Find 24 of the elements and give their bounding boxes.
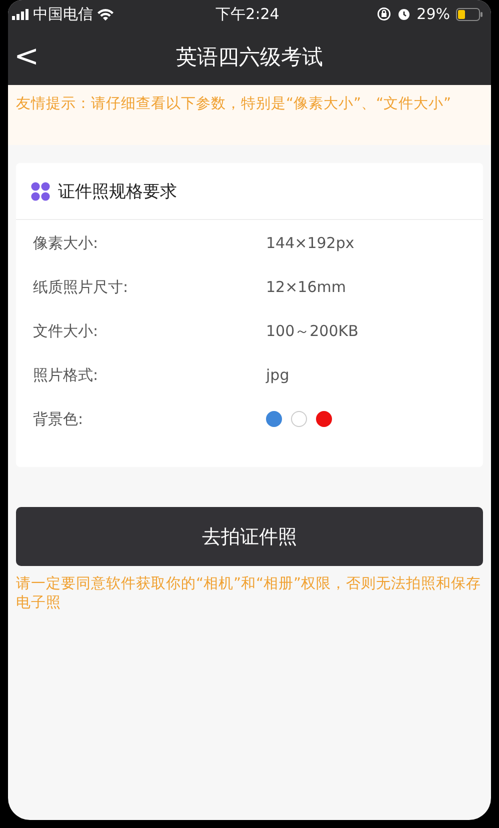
spec-label: 像素大小: <box>33 234 100 252</box>
alarm-icon <box>396 7 411 21</box>
spec-label: 背景色: <box>33 410 84 428</box>
page-title: 英语四六级考试 <box>175 44 324 70</box>
status-time: 下午2:24 <box>214 4 280 24</box>
back-button[interactable]: < <box>8 42 46 72</box>
spec-value: 144×192px <box>266 234 354 252</box>
spec-value: jpg <box>266 366 290 384</box>
tip-text: 友情提示：请仔细查看以下参数，特别是“像素大小”、“文件大小” <box>16 95 452 114</box>
carrier-name: 中国电信 <box>33 4 93 24</box>
spec-label: 照片格式: <box>33 366 100 384</box>
rotation-lock-icon <box>376 7 391 21</box>
permission-note: 请一定要同意软件获取你的“相机”和“相册”权限，否则无法拍照和保存电子照 <box>16 575 482 613</box>
wifi-icon <box>97 8 114 20</box>
grid-icon <box>31 182 50 200</box>
spec-label: 纸质照片尺寸: <box>33 278 130 296</box>
take-photo-button[interactable]: 去拍证件照 <box>16 507 483 566</box>
spec-label: 文件大小: <box>33 322 100 340</box>
spec-value: 100～200KB <box>266 322 358 340</box>
spec-value: 12×16mm <box>266 278 346 296</box>
battery-icon <box>456 8 483 20</box>
battery-percent: 29% <box>416 5 450 23</box>
card-title: 证件照规格要求 <box>58 180 177 202</box>
signal-icon <box>12 8 29 20</box>
